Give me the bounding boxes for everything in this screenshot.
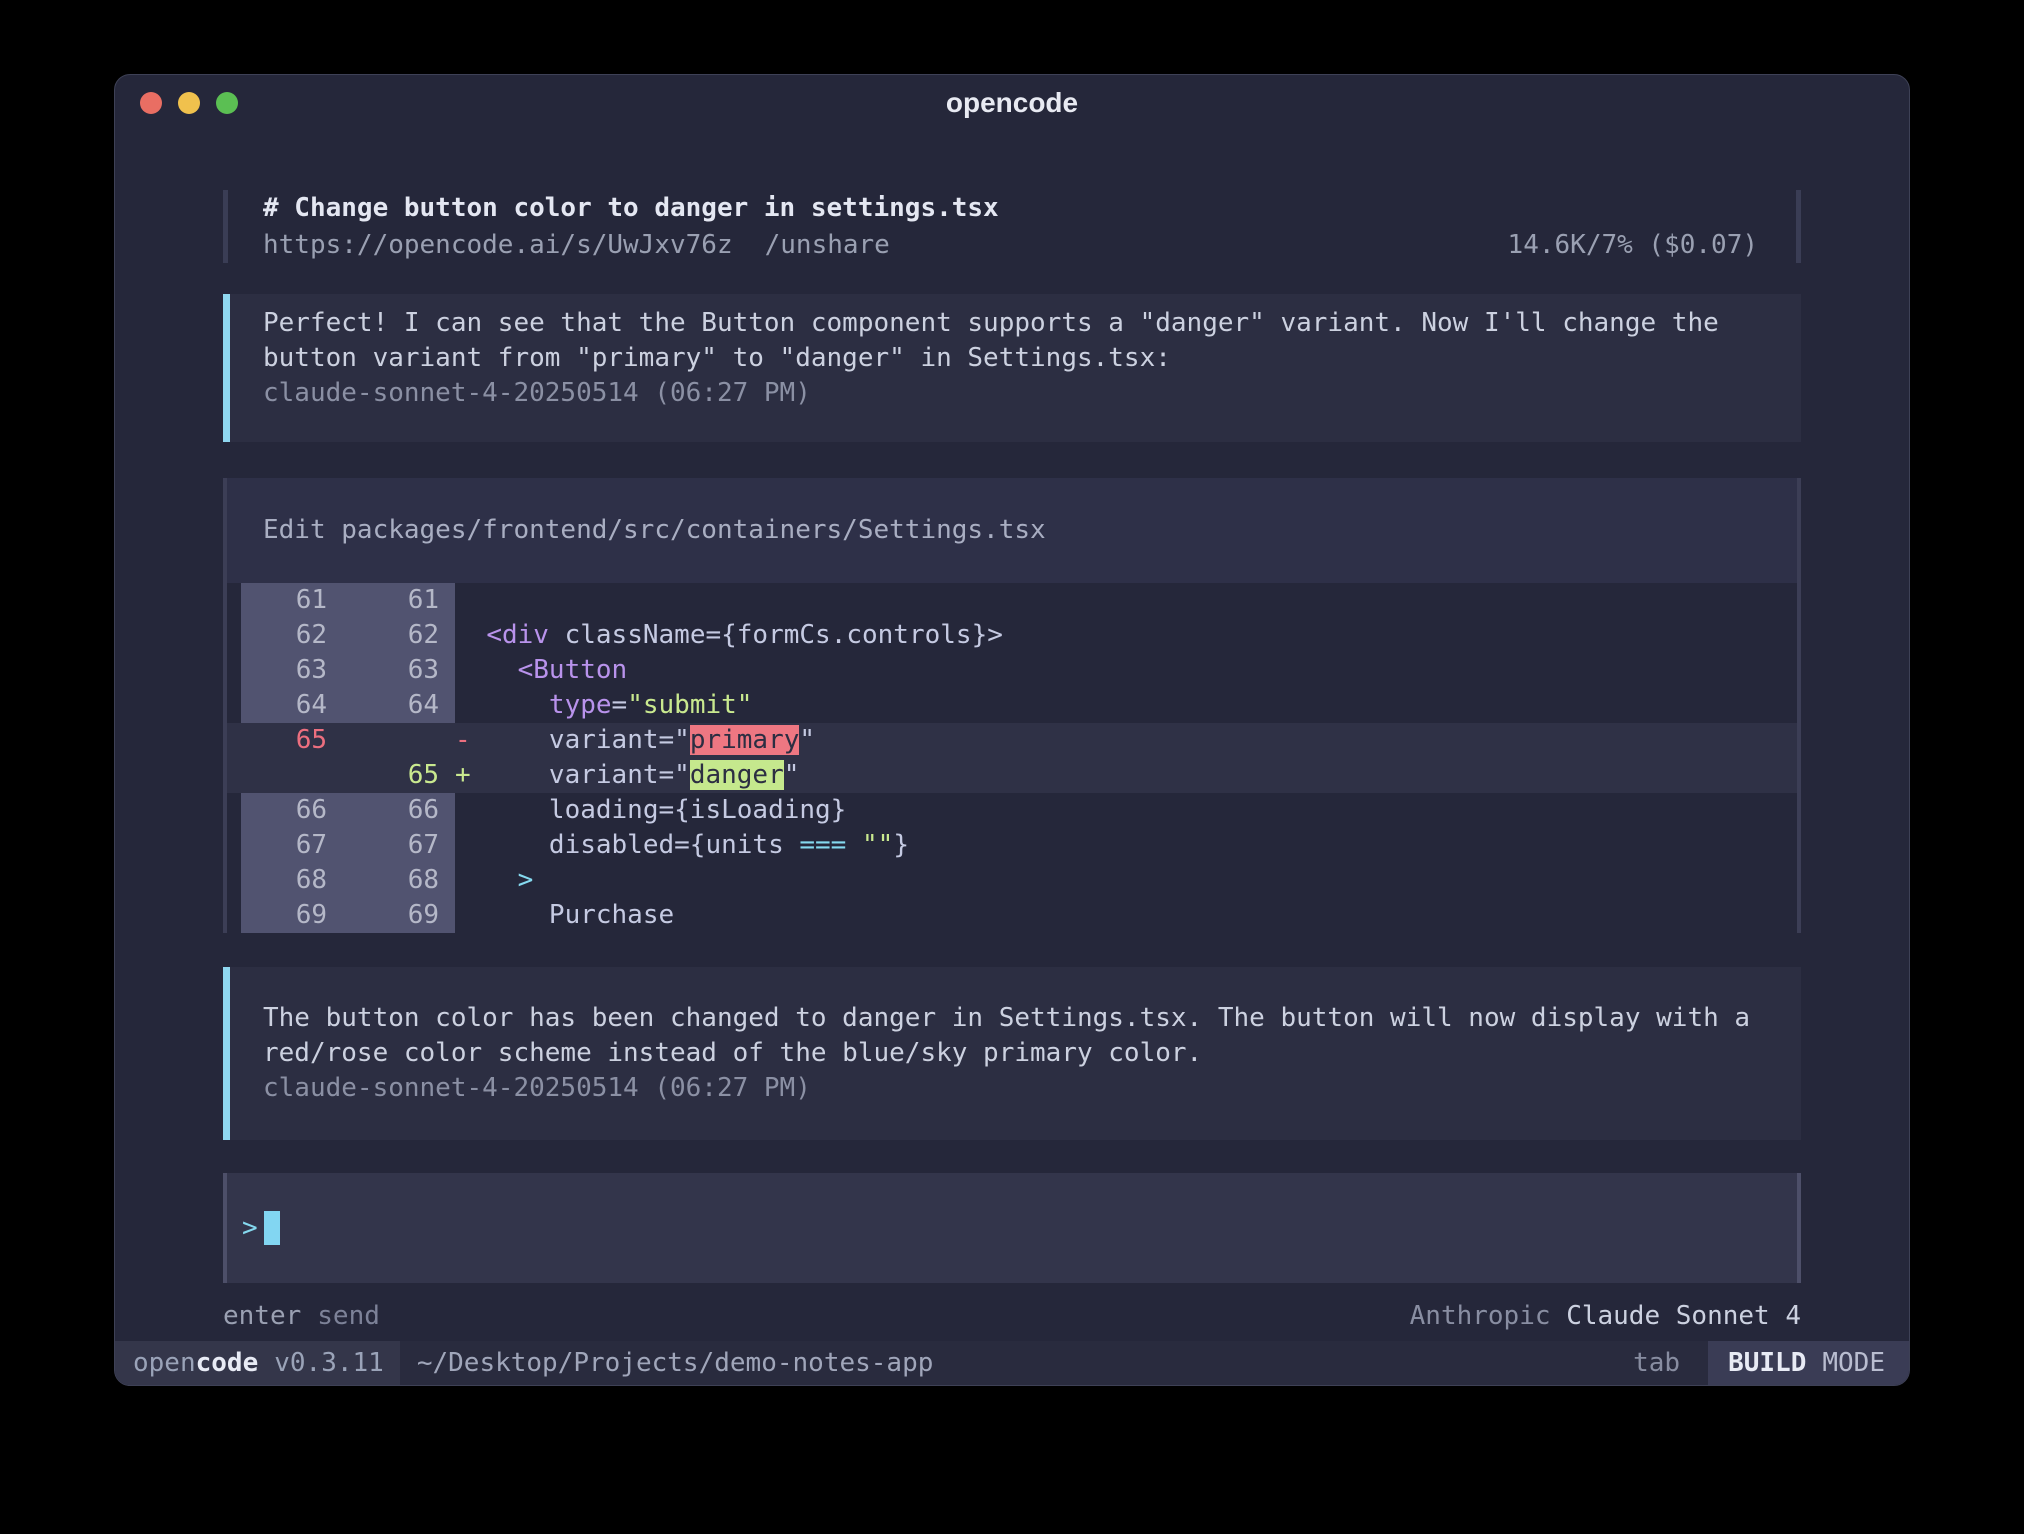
unshare-command[interactable]: /unshare <box>765 227 890 263</box>
session-header: # Change button color to danger in setti… <box>223 190 1801 263</box>
mode-toggle-chip[interactable]: BUILD MODE <box>1708 1341 1909 1385</box>
window-title: opencode <box>115 87 1909 119</box>
diff-row: 6363 <Button <box>227 653 1797 688</box>
session-subline: https://opencode.ai/s/UwJxv76z /unshare … <box>263 227 1758 263</box>
session-title: # Change button color to danger in setti… <box>263 190 1758 226</box>
enter-key-hint: enter <box>223 1299 301 1334</box>
mode-name: BUILD <box>1728 1348 1806 1378</box>
tab-key-hint: tab <box>1633 1341 1680 1385</box>
message-text: Perfect! I can see that the Button compo… <box>263 306 1756 376</box>
diff: 6161 6262 <div className={formCs.control… <box>227 583 1797 933</box>
share-url-link[interactable]: https://opencode.ai/s/UwJxv76z <box>263 227 733 263</box>
mode-label: MODE <box>1822 1348 1885 1378</box>
prompt-input[interactable]: > <box>223 1173 1801 1283</box>
context-usage-stats: 14.6K/7% ($0.07) <box>1508 227 1758 263</box>
provider-name: Anthropic <box>1410 1301 1551 1331</box>
message-model-timestamp: claude-sonnet-4-20250514 (06:27 PM) <box>263 1071 1756 1106</box>
footer-hints: enter send Anthropic Claude Sonnet 4 <box>223 1299 1801 1334</box>
text-cursor <box>264 1211 280 1245</box>
app-name-code: code <box>196 1348 259 1378</box>
diff-row: 6767 disabled={units === ""} <box>227 828 1797 863</box>
diff-row: 65+ variant="danger" <box>227 758 1797 793</box>
working-directory: ~/Desktop/Projects/demo-notes-app <box>417 1341 934 1385</box>
assistant-message: Perfect! I can see that the Button compo… <box>223 294 1801 442</box>
model-indicator: Anthropic Claude Sonnet 4 <box>1410 1299 1801 1334</box>
diff-row: 6868 > <box>227 863 1797 898</box>
edit-tool-title: Edit packages/frontend/src/containers/Se… <box>227 478 1797 583</box>
diff-row: 6161 <box>227 583 1797 618</box>
app-version-chip: opencode v0.3.11 <box>115 1341 400 1385</box>
message-model-timestamp: claude-sonnet-4-20250514 (06:27 PM) <box>263 376 1756 411</box>
edit-tool-block: Edit packages/frontend/src/containers/Se… <box>223 478 1801 933</box>
assistant-message: The button color has been changed to dan… <box>223 967 1801 1141</box>
titlebar: opencode <box>115 75 1909 131</box>
diff-row: 6262 <div className={formCs.controls}> <box>227 618 1797 653</box>
app-version: v0.3.11 <box>274 1348 384 1378</box>
opencode-window: opencode # Change button color to danger… <box>114 74 1910 1386</box>
prompt-symbol: > <box>242 1213 258 1243</box>
diff-row: 6969 Purchase <box>227 898 1797 933</box>
diff-row: 6666 loading={isLoading} <box>227 793 1797 828</box>
status-bar: opencode v0.3.11 ~/Desktop/Projects/demo-… <box>115 1341 1909 1385</box>
diff-row: 6464 type="submit" <box>227 688 1797 723</box>
app-name-open: open <box>133 1348 196 1378</box>
diff-row: 65- variant="primary" <box>227 723 1797 758</box>
message-text: The button color has been changed to dan… <box>263 1001 1756 1071</box>
main-content: # Change button color to danger in setti… <box>115 131 1909 1341</box>
model-name: Claude Sonnet 4 <box>1566 1301 1801 1331</box>
send-action-hint: send <box>317 1299 380 1334</box>
